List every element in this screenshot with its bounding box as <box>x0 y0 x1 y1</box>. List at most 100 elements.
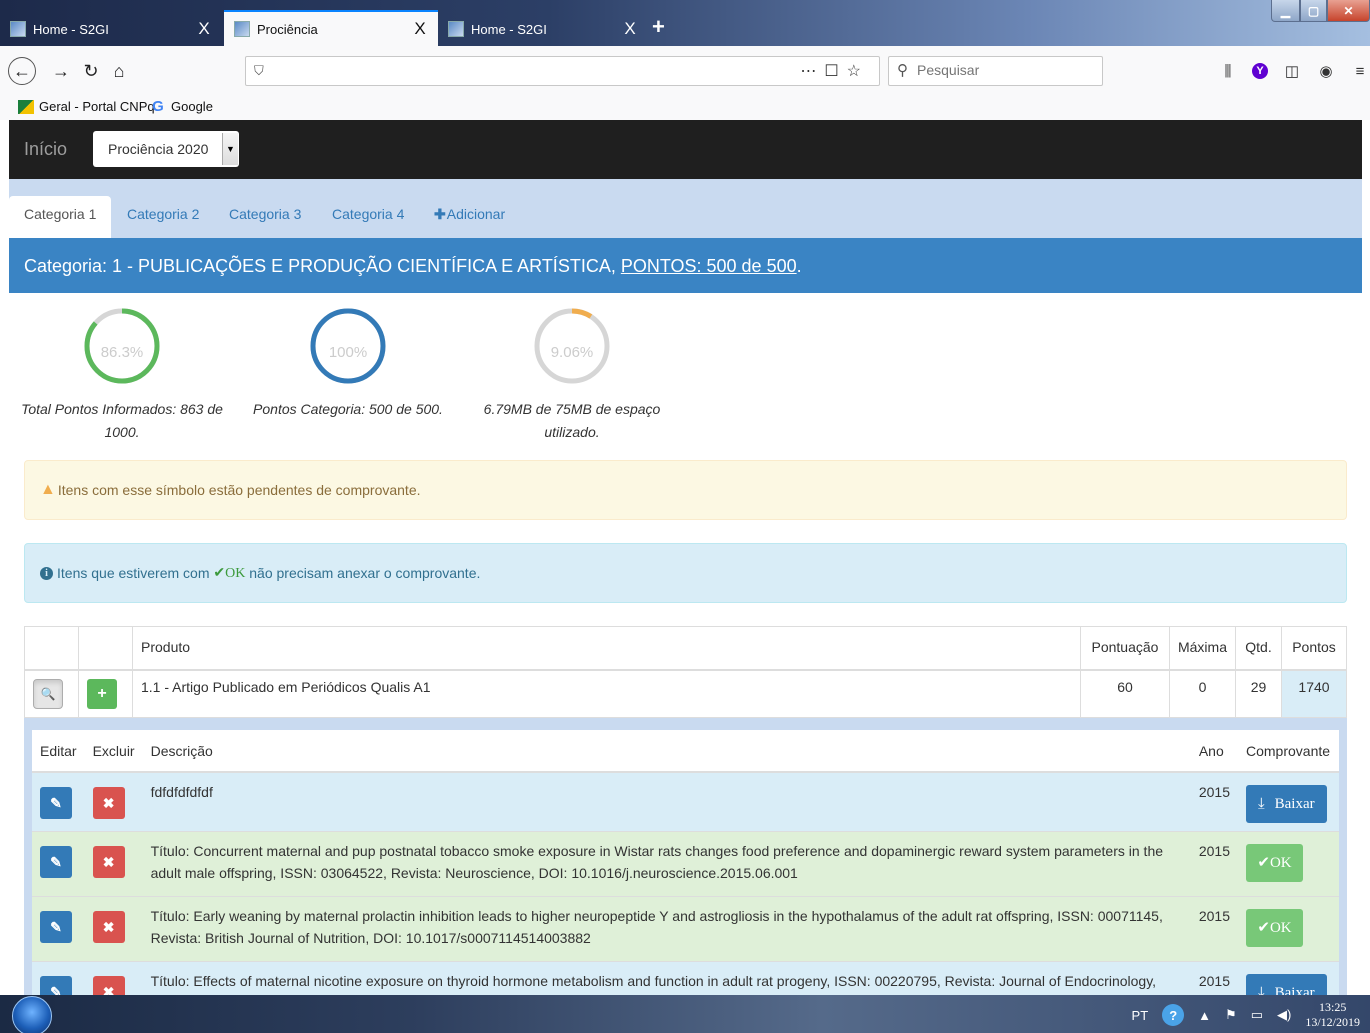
menu-icon[interactable]: ≡ <box>1350 61 1370 81</box>
table-row: ✎ ✖ Título: Concurrent maternal and pup … <box>32 831 1339 897</box>
delete-icon[interactable]: ✖ <box>92 976 125 995</box>
gauge-caption: 6.79MB de 75MB de espaço utilizado. <box>483 401 661 440</box>
bookmarks-bar: Geral - Portal CNPq G Google <box>0 96 1370 120</box>
tab-categoria-1[interactable]: Categoria 1 <box>9 196 112 238</box>
site-favicon-icon <box>234 21 250 37</box>
yahoo-icon[interactable]: Y <box>1252 63 1268 79</box>
search-input[interactable] <box>917 62 1097 78</box>
delete-icon[interactable]: ✖ <box>92 786 125 819</box>
window-close-button[interactable]: ✕ <box>1327 0 1370 22</box>
col-header <box>78 626 133 671</box>
alert-pending-proof: ▲ Itens com esse símbolo estão pendentes… <box>24 460 1347 520</box>
reload-button[interactable]: ↻ <box>78 58 104 84</box>
add-item-button[interactable]: + <box>87 678 117 709</box>
clock[interactable]: 13:25 13/12/2019 <box>1305 1000 1360 1030</box>
table-row: ✎ ✖ Título: Effects of maternal nicotine… <box>32 961 1339 995</box>
account-icon[interactable]: ◉ <box>1316 61 1336 81</box>
brand-link[interactable]: Início <box>24 139 67 160</box>
delete-icon[interactable]: ✖ <box>92 911 125 943</box>
bookmark-google[interactable]: G Google <box>150 99 213 115</box>
app-navbar: Início Prociência 2020 ▼ <box>9 120 1362 179</box>
descricao-cell: fdfdfdfdfdf <box>142 771 1191 832</box>
gauge-pontos-categoria: 100% Pontos Categoria: 500 de 500. <box>238 306 458 421</box>
gauge-espaco: 9.06% 6.79MB de 75MB de espaço utilizado… <box>462 306 682 444</box>
descricao-cell: Título: Effects of maternal nicotine exp… <box>142 961 1191 995</box>
tab-categoria-2[interactable]: Categoria 2 <box>112 196 214 238</box>
action-center-icon[interactable]: ⚑ <box>1225 1007 1237 1023</box>
category-heading: Categoria: 1 - PUBLICAÇÕES E PRODUÇÃO CI… <box>9 238 1362 293</box>
descricao-cell: Título: Concurrent maternal and pup post… <box>142 831 1191 897</box>
pontos-cell: 1740 <box>1281 669 1347 718</box>
help-icon[interactable]: ? <box>1162 1004 1185 1026</box>
window-minimize-button[interactable]: ▁ <box>1271 0 1300 22</box>
tab-close-icon[interactable]: X <box>196 19 212 39</box>
tab-close-icon[interactable]: X <box>412 19 428 39</box>
pontuacao-cell: 60 <box>1079 669 1170 718</box>
clock-date: 13/12/2019 <box>1305 1015 1360 1029</box>
library-icon[interactable]: ⫼ <box>1218 61 1238 81</box>
shield-icon[interactable]: ⛉ <box>254 63 264 79</box>
download-label: Baixar <box>1274 985 1315 995</box>
tab-close-icon[interactable]: X <box>622 19 638 39</box>
category-suffix: . <box>796 256 802 276</box>
table-header-row: Produto Pontuação Máxima Qtd. Pontos <box>24 626 1347 671</box>
items-table: Editar Excluir Descrição Ano Comprovante… <box>32 729 1339 995</box>
new-tab-button[interactable]: + <box>652 14 665 40</box>
edit-icon[interactable]: ✎ <box>40 911 72 943</box>
table-row: 🔍 + 1.1 - Artigo Publicado em Periódicos… <box>24 669 1347 718</box>
language-indicator[interactable]: PT <box>1132 1008 1149 1023</box>
ano-cell: 2015 <box>1190 831 1238 897</box>
add-tab-label: Adicionar <box>446 206 506 222</box>
edit-icon[interactable]: ✎ <box>40 976 72 995</box>
gauges-row: 86.3% Total Pontos Informados: 863 de 10… <box>9 293 1362 443</box>
browser-tab-home-s2gi-2[interactable]: Home - S2GI X <box>438 12 648 46</box>
category-points: PONTOS: 500 de 500 <box>620 256 797 276</box>
ok-badge: ✔OK <box>213 565 246 581</box>
download-button[interactable]: ⤓ Baixar <box>1246 784 1327 823</box>
delete-icon[interactable]: ✖ <box>92 846 125 878</box>
edit-icon[interactable]: ✎ <box>40 786 72 819</box>
gauge-percent: 9.06% <box>550 344 594 361</box>
window-maximize-button[interactable]: ▢ <box>1300 0 1327 22</box>
zoom-icon[interactable]: 🔍 <box>33 678 63 709</box>
download-button[interactable]: ⤓ Baixar <box>1246 974 1327 995</box>
ok-status-button[interactable]: ✔OK <box>1246 844 1303 882</box>
ok-status-button[interactable]: ✔OK <box>1246 909 1303 947</box>
start-button[interactable] <box>12 996 52 1033</box>
windows-taskbar: PT ? ▲ ⚑ ▭ ◀) 13:25 13/12/2019 <box>0 995 1370 1033</box>
qtd-cell: 29 <box>1235 669 1282 718</box>
tab-categoria-4[interactable]: Categoria 4 <box>317 196 419 238</box>
tab-categoria-3[interactable]: Categoria 3 <box>214 196 316 238</box>
download-icon: ⤓ <box>1258 985 1265 995</box>
col-header-pontos: Pontos <box>1281 626 1347 671</box>
download-label: Baixar <box>1274 795 1315 812</box>
back-button[interactable]: ← <box>8 57 36 85</box>
cnpq-icon <box>18 99 34 114</box>
plus-icon: ✚ <box>434 206 446 222</box>
tab-title: Home - S2GI <box>471 21 547 37</box>
bookmark-cnpq[interactable]: Geral - Portal CNPq <box>18 99 155 114</box>
tab-adicionar[interactable]: ✚Adicionar <box>419 196 520 238</box>
table-row: ✎ ✖ Título: Early weaning by maternal pr… <box>32 896 1339 962</box>
col-header-pontuacao: Pontuação <box>1079 626 1170 671</box>
items-panel: Editar Excluir Descrição Ano Comprovante… <box>24 717 1347 995</box>
search-box[interactable]: ⚲ <box>888 56 1103 86</box>
browser-tab-prociencia[interactable]: Prociência X <box>224 10 438 46</box>
col-header-descricao: Descrição <box>142 729 1191 773</box>
browser-tab-strip: Home - S2GI X Prociência X Home - S2GI X… <box>0 0 1370 46</box>
forward-button[interactable]: → <box>48 58 74 84</box>
ano-cell: 2015 <box>1190 961 1238 995</box>
browser-tab-home-s2gi[interactable]: Home - S2GI X <box>0 12 222 46</box>
volume-icon[interactable]: ◀) <box>1277 1007 1291 1023</box>
tab-title: Prociência <box>257 21 318 37</box>
year-select[interactable]: Prociência 2020 ▼ <box>93 131 239 167</box>
info-icon: i <box>40 566 53 580</box>
tray-expand-icon[interactable]: ▲ <box>1198 1008 1211 1023</box>
sidebar-icon[interactable]: ◫ <box>1282 61 1302 81</box>
alert-info-suffix: não precisam anexar o comprovante. <box>249 565 481 581</box>
edit-icon[interactable]: ✎ <box>40 846 72 878</box>
page-actions[interactable]: ⋯☐☆ <box>800 61 869 81</box>
home-button[interactable]: ⌂ <box>106 58 132 84</box>
network-icon[interactable]: ▭ <box>1251 1007 1263 1023</box>
address-bar[interactable]: ⛉ ⋯☐☆ <box>245 56 880 86</box>
